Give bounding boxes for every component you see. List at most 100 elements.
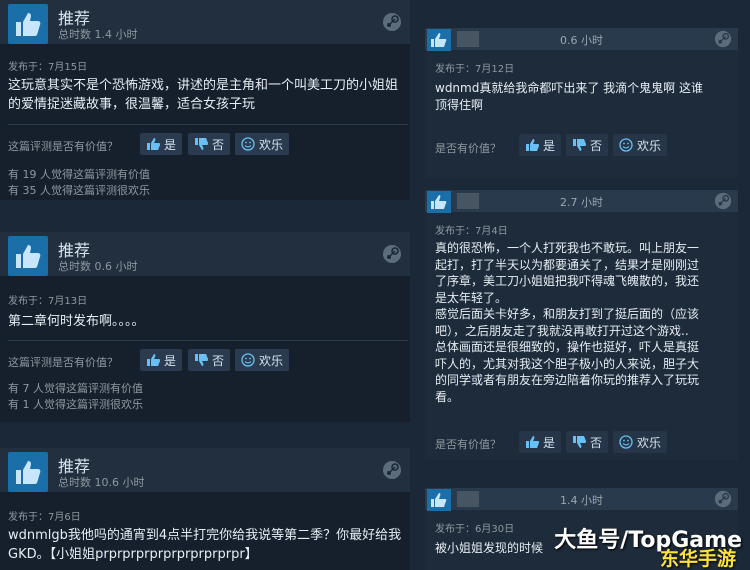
- review-card: 推荐 总时数 10.6 小时 发布于：7月6日 wdnmlgb我他吗的通宵到4点…: [0, 448, 410, 570]
- review-header[interactable]: 推荐 总时数 0.6 小时: [0, 232, 410, 276]
- steam-icon: [714, 490, 732, 512]
- vote-yes-button[interactable]: 是: [519, 134, 562, 156]
- review-text: wdnmlgb我他吗的通宵到4点半打完你给我说等第二季？你最好给我 GKD。【小…: [8, 526, 403, 564]
- vote-no-button[interactable]: 否: [188, 349, 231, 371]
- thumbs-up-icon: [8, 4, 48, 44]
- review-text: 这玩意其实不是个恐怖游戏，讲述的是主角和一个叫美工刀的小姐姐 的爱情捉迷藏故事，…: [8, 76, 403, 114]
- thumbs-up-icon: [147, 354, 160, 366]
- vote-no-label: 否: [590, 435, 603, 450]
- review-text-line: GKD。【小姐姐prprprprprprprprprprpr】: [8, 547, 258, 562]
- vote-yes-button[interactable]: 是: [140, 133, 183, 155]
- review-text-line: 吧），之后朋友走了我就没再敢打开过这个游戏..: [435, 323, 689, 338]
- helpful-question: 这篇评测是否有价值？: [8, 356, 118, 369]
- posted-date: 发布于：7月13日: [8, 296, 88, 307]
- review-text-line: 是太年轻了。: [435, 290, 508, 305]
- divider: [8, 340, 408, 341]
- funny-count: 有 35 人觉得这篇评测很欢乐: [8, 184, 150, 197]
- helpful-question: 是否有价值？: [435, 438, 501, 451]
- vote-no-label: 否: [212, 353, 225, 368]
- smiley-icon: [241, 353, 255, 367]
- review-text-line: 总体画面还是很细致的，操作也挺好，吓人是真挺: [435, 340, 700, 354]
- review-card: 推荐 总时数 1.4 小时 发布于：7月15日 这玩意其实不是个恐怖游戏，讲述的…: [0, 0, 410, 200]
- steam-icon: [714, 30, 732, 52]
- posted-date: 发布于：7月4日: [435, 226, 508, 237]
- review-text-line: 第二章何时发布啊。。。。: [8, 314, 145, 329]
- vote-yes-button[interactable]: 是: [519, 431, 562, 453]
- vote-no-button[interactable]: 否: [566, 431, 609, 453]
- review-text-line: 真的很恐怖，一个人打死我也不敢玩。叫上朋友一: [435, 241, 700, 255]
- helpful-question: 是否有价值？: [435, 142, 501, 155]
- playtime: 2.7 小时: [560, 196, 603, 209]
- thumbs-down-icon: [195, 138, 208, 150]
- review-text: 第二章何时发布啊。。。。: [8, 312, 403, 331]
- vote-funny-button[interactable]: 欢乐: [235, 349, 290, 371]
- review-text-line: 吓人的，尤其对我这个胆子极小的人来说，胆子大: [435, 356, 700, 371]
- vote-yes-label: 是: [164, 353, 177, 368]
- steam-icon: [382, 460, 402, 484]
- playtime: 总时数 0.6 小时: [58, 260, 138, 273]
- vote-funny-label: 欢乐: [637, 435, 662, 450]
- review-card: 0.6 小时 发布于：7月12日 wdnmd真就给我命都吓出来了 我滴个鬼鬼啊 …: [425, 28, 738, 178]
- helpful-count: 有 7 人觉得这篇评测有价值: [8, 382, 143, 395]
- review-card: 2.7 小时 发布于：7月4日 真的很恐怖，一个人打死我也不敢玩。叫上朋友一 起…: [425, 190, 738, 460]
- helpful-question: 这篇评测是否有价值？: [8, 140, 118, 153]
- review-header[interactable]: 推荐 总时数 10.6 小时: [0, 448, 410, 492]
- vote-funny-button[interactable]: 欢乐: [613, 431, 668, 453]
- review-text-line: 看。: [435, 389, 460, 404]
- watermark-logo-secondary: 东华手游: [659, 548, 736, 570]
- vote-yes-label: 是: [164, 137, 177, 152]
- thumbs-down-icon: [573, 436, 586, 448]
- vote-funny-label: 欢乐: [259, 353, 284, 368]
- review-text-line: wdnmlgb我他吗的通宵到4点半打完你给我说等第二季？你最好给我: [8, 528, 402, 543]
- review-text-line: 感觉后面关卡好多，和朋友打到了挺后面的（应该: [435, 307, 700, 321]
- vote-no-button[interactable]: 否: [188, 133, 231, 155]
- left-review-column: 推荐 总时数 1.4 小时 发布于：7月15日 这玩意其实不是个恐怖游戏，讲述的…: [0, 0, 412, 570]
- review-text: wdnmd真就给我命都吓出来了 我滴个鬼鬼啊 这谁 顶得住啊: [435, 80, 725, 113]
- vote-yes-button[interactable]: 是: [140, 349, 183, 371]
- review-text-line: 起打，打了半天以为都要通关了，结果才是刚刚过: [435, 257, 700, 272]
- thumbs-up-icon: [8, 452, 48, 492]
- steam-icon: [382, 244, 402, 268]
- posted-date: 发布于：7月12日: [435, 64, 515, 75]
- thumbs-down-icon: [195, 354, 208, 366]
- review-text: 真的很恐怖，一个人打死我也不敢玩。叫上朋友一 起打，打了半天以为都要通关了，结果…: [435, 240, 725, 405]
- review-text-line: 的同学或者有朋友在旁边陪着你玩的推荐入了玩玩: [435, 373, 700, 387]
- playtime: 1.4 小时: [560, 494, 603, 507]
- review-card: 推荐 总时数 0.6 小时 发布于：7月13日 第二章何时发布啊。。。。 这篇评…: [0, 232, 410, 422]
- posted-date: 发布于：6月30日: [435, 524, 515, 535]
- review-header[interactable]: 2.7 小时: [425, 190, 738, 214]
- review-header[interactable]: 0.6 小时: [425, 28, 738, 52]
- thumbs-up-icon: [526, 436, 539, 448]
- playtime: 总时数 1.4 小时: [58, 28, 138, 41]
- vote-funny-label: 欢乐: [259, 137, 284, 152]
- smiley-icon: [619, 138, 633, 152]
- vote-no-label: 否: [212, 137, 225, 152]
- review-text-line: 这玩意其实不是个恐怖游戏，讲述的是主角和一个叫美工刀的小姐姐: [8, 78, 399, 93]
- vote-no-button[interactable]: 否: [566, 134, 609, 156]
- review-text-line: 了序章，美工刀小姐姐把我吓得魂飞魄散的，我还: [435, 274, 700, 288]
- vote-funny-label: 欢乐: [637, 138, 662, 153]
- review-header[interactable]: 推荐 总时数 1.4 小时: [0, 0, 410, 44]
- thumbs-up-icon: [147, 138, 160, 150]
- posted-date: 发布于：7月6日: [8, 512, 81, 523]
- review-text-line: 的爱情捉迷藏故事，很温馨，适合女孩子玩: [8, 97, 256, 112]
- vote-funny-button[interactable]: 欢乐: [613, 134, 668, 156]
- playtime: 0.6 小时: [560, 34, 603, 47]
- funny-count: 有 1 人觉得这篇评测很欢乐: [8, 398, 143, 411]
- review-header[interactable]: 1.4 小时: [425, 488, 738, 512]
- vote-yes-label: 是: [543, 138, 556, 153]
- vote-no-label: 否: [590, 138, 603, 153]
- helpful-count: 有 19 人觉得这篇评测有价值: [8, 168, 150, 181]
- steam-icon: [714, 192, 732, 214]
- smiley-icon: [619, 435, 633, 449]
- posted-date: 发布于：7月15日: [8, 62, 88, 73]
- review-text-line: wdnmd真就给我命都吓出来了 我滴个鬼鬼啊 这谁: [435, 81, 703, 95]
- thumbs-up-icon: [8, 236, 48, 276]
- vote-yes-label: 是: [543, 435, 556, 450]
- smiley-icon: [241, 137, 255, 151]
- thumbs-down-icon: [573, 139, 586, 151]
- playtime: 总时数 10.6 小时: [58, 476, 145, 489]
- review-text-line: 顶得住啊: [435, 97, 484, 112]
- vote-funny-button[interactable]: 欢乐: [235, 133, 290, 155]
- steam-icon: [382, 12, 402, 36]
